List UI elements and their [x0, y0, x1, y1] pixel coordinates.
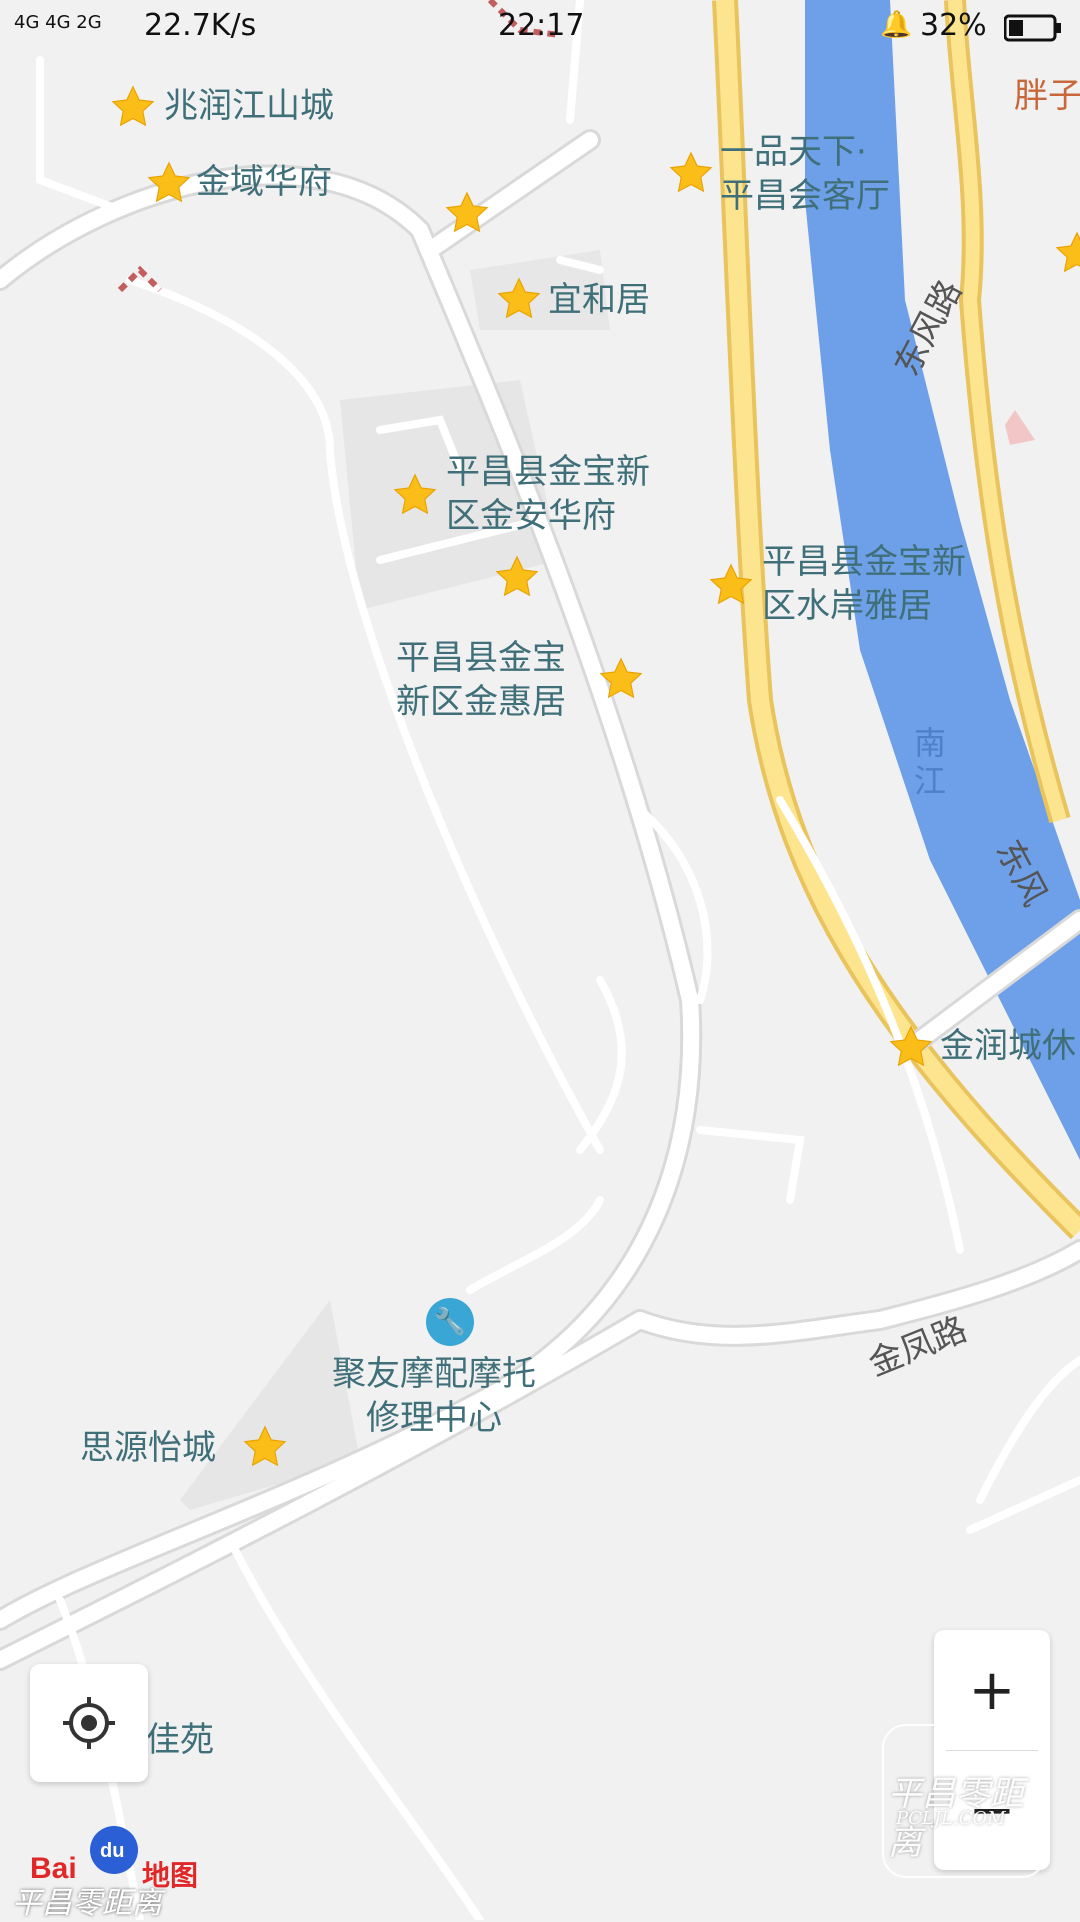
poi-label[interactable]: 宜和居	[548, 278, 650, 322]
poi-label[interactable]: 平昌县金宝新 区金安华府	[446, 450, 650, 538]
poi-star-icon[interactable]	[598, 656, 644, 702]
battery-percent: 32%	[920, 8, 987, 43]
poi-label[interactable]: 聚友摩配摩托 修理中心	[332, 1352, 536, 1440]
poi-star-icon[interactable]	[146, 160, 192, 206]
watermark-box: 平昌零距离 PCLJL.COM	[882, 1724, 1046, 1878]
poi-label[interactable]: 金域华府	[196, 160, 332, 204]
poi-star-icon[interactable]	[668, 150, 714, 196]
battery-icon	[1003, 14, 1062, 50]
poi-star-icon[interactable]	[888, 1024, 934, 1070]
poi-star-icon[interactable]	[242, 1424, 288, 1470]
poi-star-icon[interactable]	[392, 472, 438, 518]
poi-star-icon[interactable]	[494, 554, 540, 600]
poi-label[interactable]: 思源怡城	[80, 1426, 216, 1470]
poi-star-icon[interactable]	[708, 562, 754, 608]
poi-star-icon[interactable]	[444, 190, 490, 236]
locate-button[interactable]	[30, 1664, 148, 1782]
network-indicator: 4G 4G 2G	[14, 12, 102, 33]
poi-label[interactable]: 胖子	[1014, 74, 1080, 118]
poi-star-icon[interactable]	[1054, 230, 1080, 276]
poi-label[interactable]: 兆润江山城	[164, 84, 334, 128]
poi-star-icon[interactable]	[496, 276, 542, 322]
poi-label[interactable]: 一品天下· 平昌会客厅	[720, 130, 890, 218]
status-bar: 4G 4G 2G 22.7K/s 22:17 🔔 32%	[0, 0, 1080, 56]
logo-text-du: du	[100, 1840, 125, 1862]
network-speed: 22.7K/s	[144, 8, 257, 43]
bell-icon: 🔔	[880, 10, 913, 40]
river-label: 南江	[914, 724, 947, 800]
poi-label[interactable]: 平昌县金宝 新区金惠居	[396, 636, 566, 724]
wrench-icon[interactable]: 🔧	[426, 1298, 474, 1346]
watermark-url: PCLJL.COM	[896, 1808, 1006, 1829]
clock: 22:17	[498, 8, 585, 43]
poi-label[interactable]: 金润城休	[940, 1024, 1076, 1068]
poi-label[interactable]: 平昌县金宝新 区水岸雅居	[762, 540, 966, 628]
poi-label[interactable]: 佳苑	[146, 1718, 214, 1762]
poi-star-icon[interactable]	[110, 84, 156, 130]
watermark-bottom: 平昌零距离	[12, 1886, 162, 1921]
locate-icon	[63, 1697, 115, 1749]
